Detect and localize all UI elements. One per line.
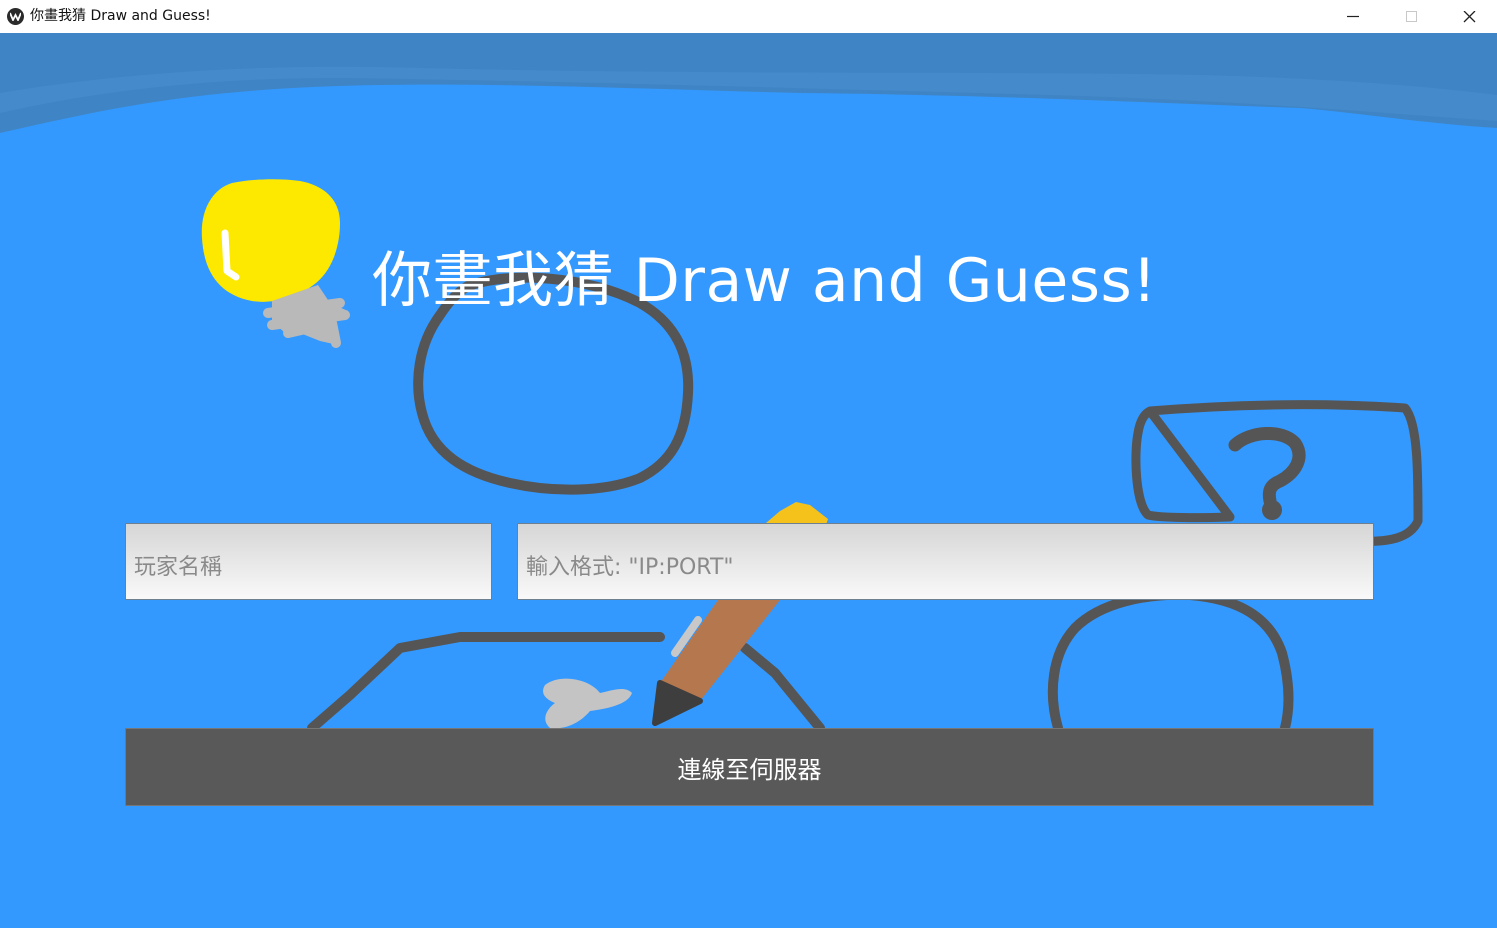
- pencil-eraser-doodle: [766, 502, 828, 525]
- window-title-bar[interactable]: 你畫我猜 Draw and Guess!: [0, 0, 1497, 34]
- app-window: 你畫我猜 Draw and Guess! 連線至伺服器: [0, 33, 1497, 928]
- close-button[interactable]: [1440, 0, 1497, 33]
- minimize-icon: [1347, 15, 1359, 18]
- server-address-input[interactable]: [517, 523, 1374, 600]
- question-bubble-doodle: [1131, 400, 1423, 546]
- eraser-smudge-doodle: [543, 678, 632, 729]
- lightbulb-doodle: [201, 179, 350, 348]
- page-title: 你畫我猜 Draw and Guess!: [372, 246, 1157, 316]
- player-name-input[interactable]: [125, 523, 492, 600]
- kivy-icon: [7, 8, 24, 25]
- connect-button-label: 連線至伺服器: [677, 755, 822, 784]
- connect-button[interactable]: 連線至伺服器: [125, 728, 1374, 806]
- window-title: 你畫我猜 Draw and Guess!: [30, 8, 211, 24]
- maximize-icon: [1406, 11, 1417, 22]
- close-icon: [1463, 11, 1476, 23]
- maximize-button[interactable]: [1382, 0, 1440, 33]
- guesser-head-doodle: [1047, 589, 1294, 733]
- minimize-button[interactable]: [1324, 0, 1382, 33]
